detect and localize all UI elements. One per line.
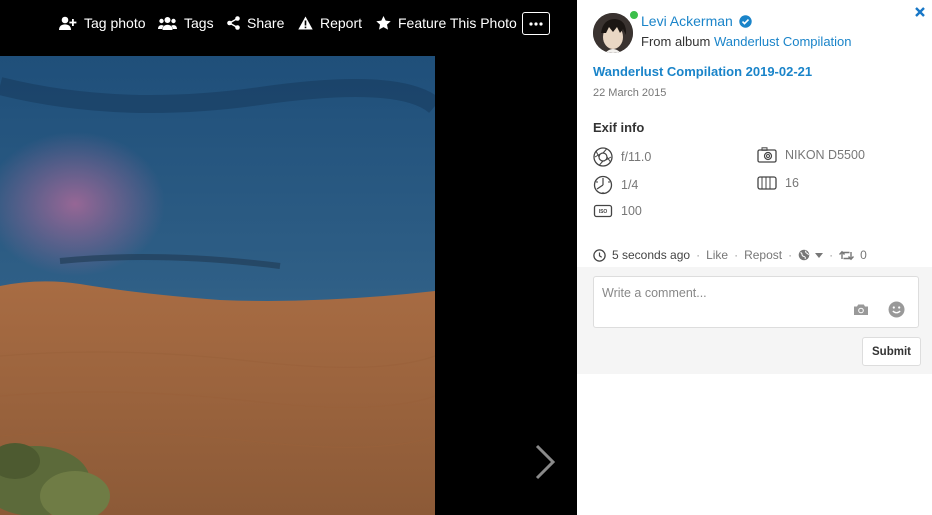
share-label: Share — [247, 15, 285, 31]
exif-shutter: 1/4 — [593, 175, 638, 195]
globe-icon — [798, 249, 810, 261]
exif-focal-length: 16 — [757, 175, 799, 191]
verified-badge-icon — [739, 14, 752, 28]
svg-text:ISO: ISO — [599, 209, 608, 215]
camera-value: NIKON D5500 — [785, 148, 865, 162]
tag-photo-label: Tag photo — [84, 15, 146, 31]
star-icon — [376, 16, 391, 30]
iso-icon: ISO — [593, 204, 613, 218]
user-name: Levi Ackerman — [641, 13, 733, 29]
share-icon — [227, 16, 240, 30]
album-line: From album Wanderlust Compilation — [641, 34, 852, 49]
focal-value: 16 — [785, 176, 799, 190]
camera-icon[interactable] — [853, 303, 869, 316]
user-plus-icon — [59, 16, 77, 30]
shutter-speed-icon — [593, 175, 613, 195]
separator: · — [829, 248, 834, 262]
next-photo-button[interactable] — [534, 444, 556, 485]
emoji-icon[interactable] — [888, 301, 905, 318]
photo-title[interactable]: Wanderlust Compilation 2019-02-21 — [593, 64, 812, 79]
ellipsis-icon — [529, 21, 543, 26]
comment-section: Write a comment... Submit — [577, 267, 932, 374]
close-button[interactable] — [915, 4, 925, 20]
repost-count: 0 — [860, 248, 867, 262]
more-options-button[interactable] — [522, 12, 550, 35]
submit-comment-button[interactable]: Submit — [862, 337, 921, 366]
close-icon — [915, 7, 925, 17]
lens-icon — [757, 176, 777, 190]
photo-details-panel: Levi Ackerman From album Wanderlust Comp… — [577, 0, 932, 515]
photo-date: 22 March 2015 — [593, 87, 667, 99]
feature-photo-label: Feature This Photo — [398, 15, 517, 31]
privacy-dropdown[interactable] — [798, 249, 824, 261]
warning-icon — [298, 16, 313, 30]
users-icon — [158, 17, 177, 30]
exif-camera: NIKON D5500 — [757, 147, 865, 163]
report-label: Report — [320, 15, 363, 31]
tags-button[interactable]: Tags — [158, 15, 214, 31]
clock-icon — [593, 248, 606, 262]
photo-toolbar: Tag photo Tags Share Report Feature This… — [0, 0, 577, 48]
activity-meta: 5 seconds ago · Like · Repost · · 0 — [593, 248, 867, 262]
timestamp: 5 seconds ago — [612, 248, 691, 262]
caret-down-icon — [815, 252, 824, 258]
exif-iso: ISO 100 — [593, 203, 642, 219]
separator: · — [696, 248, 701, 262]
comment-placeholder: Write a comment... — [602, 286, 707, 300]
exif-aperture: f/11.0 — [593, 147, 651, 167]
online-status-dot — [629, 10, 639, 20]
repost-link[interactable]: Repost — [744, 248, 782, 262]
iso-value: 100 — [621, 204, 642, 218]
avatar[interactable] — [593, 13, 633, 53]
album-link[interactable]: Wanderlust Compilation — [714, 34, 852, 49]
shutter-value: 1/4 — [621, 178, 639, 192]
repost-count-button[interactable]: 0 — [839, 248, 867, 262]
photo-viewer: Tag photo Tags Share Report Feature This… — [0, 0, 577, 515]
chevron-right-icon — [535, 444, 556, 480]
user-name-link[interactable]: Levi Ackerman — [641, 13, 752, 29]
report-button[interactable]: Report — [298, 15, 362, 31]
retweet-icon — [839, 250, 855, 260]
album-prefix: From album — [641, 34, 711, 49]
share-button[interactable]: Share — [227, 15, 284, 31]
feature-photo-button[interactable]: Feature This Photo — [376, 15, 517, 31]
camera-icon — [757, 147, 777, 163]
desert-photo — [0, 56, 435, 515]
comment-input[interactable]: Write a comment... — [593, 276, 919, 328]
separator: · — [788, 248, 793, 262]
tag-photo-button[interactable]: Tag photo — [59, 15, 146, 31]
aperture-icon — [593, 147, 613, 167]
exif-heading: Exif info — [593, 120, 645, 135]
aperture-value: f/11.0 — [621, 150, 652, 164]
like-link[interactable]: Like — [706, 248, 728, 262]
tags-label: Tags — [184, 15, 214, 31]
separator: · — [734, 248, 739, 262]
